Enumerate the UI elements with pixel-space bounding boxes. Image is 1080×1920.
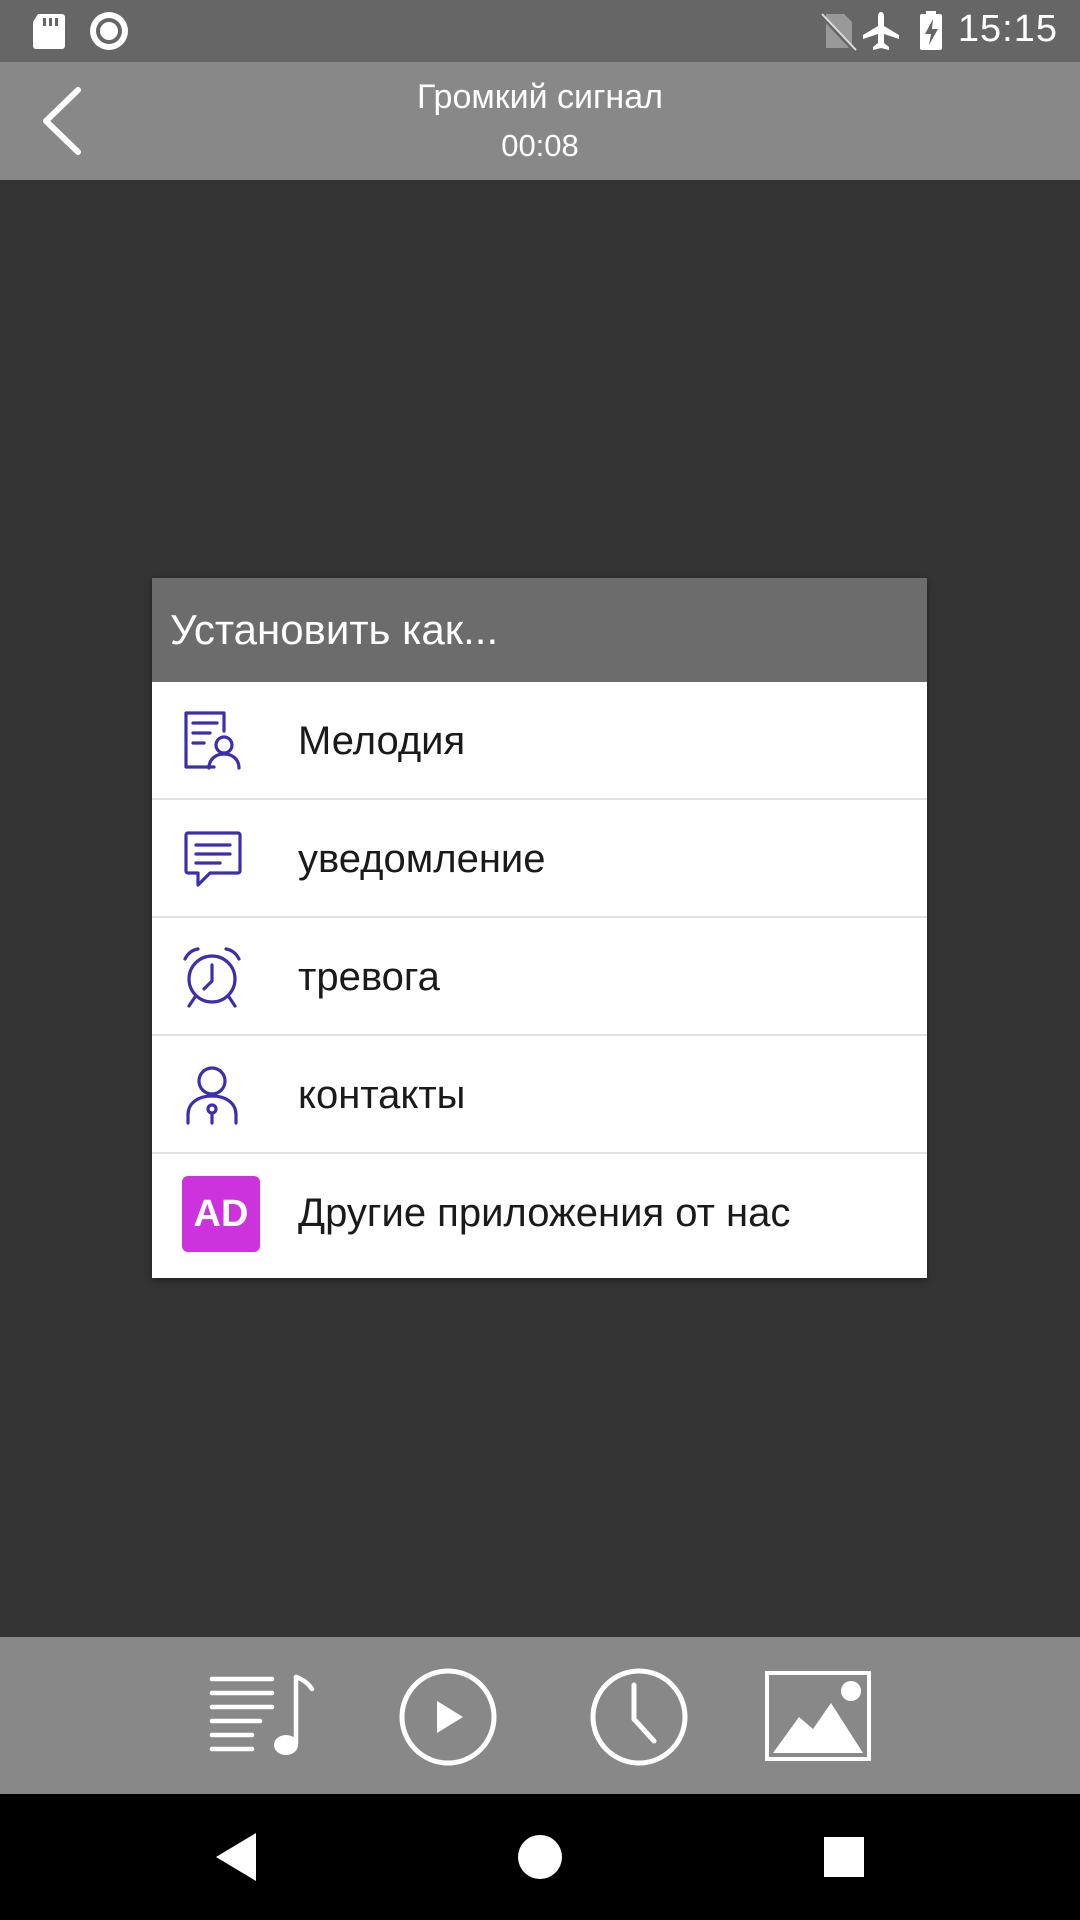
- option-ringtone[interactable]: Мелодия: [152, 682, 927, 800]
- app-bar: Громкий сигнал 00:08: [0, 62, 1080, 180]
- status-time: 15:15: [957, 8, 1058, 50]
- status-bar: 15:15: [0, 0, 1080, 62]
- home-circle-icon[interactable]: [510, 1827, 570, 1887]
- clock-icon[interactable]: [584, 1665, 694, 1769]
- record-icon: [90, 12, 128, 50]
- page-title: Громкий сигнал: [417, 78, 663, 116]
- no-sim-icon: [818, 12, 857, 52]
- track-duration: 00:08: [501, 128, 579, 163]
- option-contacts[interactable]: контакты: [152, 1036, 927, 1154]
- option-label: контакты: [298, 1073, 466, 1117]
- battery-charging-icon: [920, 11, 942, 50]
- option-label: уведомление: [298, 837, 546, 881]
- recents-square-icon[interactable]: [814, 1827, 874, 1887]
- option-label: тревога: [298, 955, 440, 999]
- option-label: Мелодия: [298, 719, 466, 763]
- option-label: Другие приложения от нас: [298, 1191, 791, 1235]
- ringtone-contact-icon: [184, 711, 241, 770]
- message-icon: [184, 831, 242, 887]
- airplane-mode-icon: [863, 12, 899, 50]
- dialog-title: Установить как...: [152, 578, 927, 682]
- option-alarm[interactable]: тревога: [152, 918, 927, 1036]
- option-other-apps[interactable]: AD Другие приложения от нас: [152, 1154, 927, 1274]
- bottom-toolbar: [0, 1637, 1080, 1794]
- back-triangle-icon[interactable]: [206, 1827, 266, 1887]
- alarm-clock-icon: [183, 947, 241, 1008]
- image-icon[interactable]: [763, 1665, 873, 1769]
- play-icon[interactable]: [393, 1665, 503, 1769]
- sd-card-icon: [33, 14, 65, 49]
- set-as-dialog: Установить как... Мелодия уведомление тр…: [152, 578, 927, 1278]
- system-nav-bar: [0, 1794, 1080, 1920]
- app-screen: 15:15 Громкий сигнал 00:08 Установить ка…: [0, 0, 1080, 1920]
- option-notification[interactable]: уведомление: [152, 800, 927, 918]
- contact-person-icon: [186, 1066, 238, 1125]
- playlist-icon[interactable]: [208, 1665, 318, 1769]
- ad-badge: AD: [182, 1176, 260, 1252]
